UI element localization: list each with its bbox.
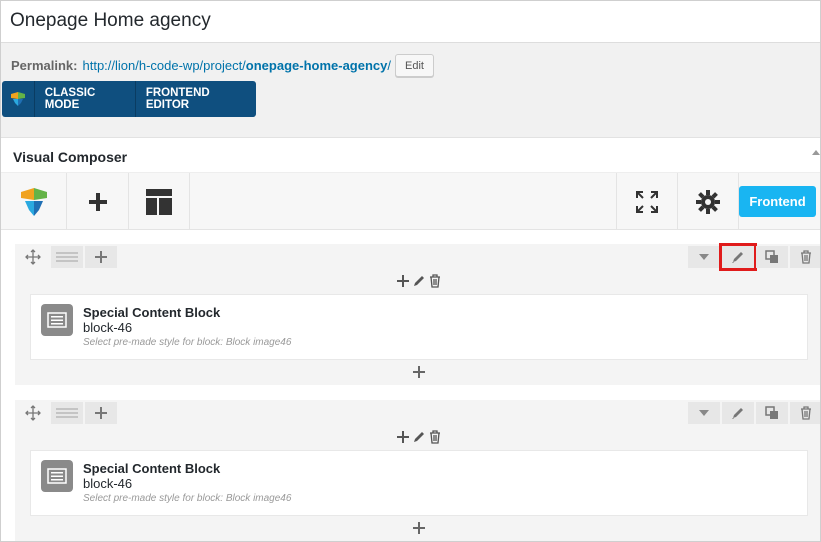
vc-panel-header[interactable]: Visual Composer	[1, 137, 820, 173]
element-subtitle: block-46	[83, 476, 133, 491]
vc-canvas: Special Content Block block-46 Select pr…	[1, 230, 820, 541]
vc-logo-icon	[2, 81, 35, 117]
column-edit-pencil-icon[interactable]	[412, 430, 426, 444]
templates-button[interactable]	[129, 173, 190, 230]
editor-frame: Onepage Home agency Permalink: http://li…	[0, 0, 821, 542]
add-element-plus-icon[interactable]	[396, 430, 410, 444]
frontend-editor-button[interactable]: FRONTEND EDITOR	[136, 81, 256, 117]
chevron-down-icon	[699, 410, 709, 416]
row-layout-button[interactable]	[51, 246, 83, 268]
row-delete-button[interactable]	[790, 246, 820, 268]
row-edit-button[interactable]	[722, 402, 754, 424]
row-edit-button[interactable]	[719, 243, 757, 271]
vc-row: Special Content Block block-46 Select pr…	[15, 243, 820, 385]
content-block-icon	[41, 304, 73, 336]
gear-icon	[696, 189, 720, 214]
row-add-column-button[interactable]	[85, 402, 117, 424]
element-description: Select pre-made style for block: Block i…	[83, 337, 292, 348]
row-layout-button[interactable]	[51, 402, 83, 424]
permalink-url-base[interactable]: http://lion/h-code-wp/project/	[82, 58, 245, 73]
layout-template-icon	[146, 188, 172, 215]
move-icon	[25, 249, 41, 265]
content-block-icon	[41, 460, 73, 492]
row-clone-button[interactable]	[756, 402, 788, 424]
row-move-handle[interactable]	[17, 402, 49, 424]
pencil-icon	[732, 408, 743, 419]
element-description: Select pre-made style for block: Block i…	[83, 493, 292, 504]
plus-icon	[95, 407, 107, 419]
settings-button[interactable]	[677, 173, 738, 230]
vc-logo-large-icon	[20, 187, 47, 216]
row-delete-button[interactable]	[790, 402, 820, 424]
permalink-edit-button[interactable]: Edit	[395, 54, 434, 77]
column-delete-trash-icon[interactable]	[428, 430, 442, 444]
column-edit-pencil-icon[interactable]	[412, 274, 426, 288]
row-move-handle[interactable]	[17, 246, 49, 268]
column-controls	[15, 430, 820, 444]
row-bottom-add	[15, 521, 820, 535]
trash-icon	[801, 250, 811, 264]
content-element[interactable]: Special Content Block block-46 Select pr…	[30, 294, 808, 360]
column-controls	[15, 274, 820, 288]
pencil-icon	[732, 252, 743, 263]
add-element-plus-icon[interactable]	[412, 365, 426, 379]
row-layout-icon	[56, 252, 78, 262]
row-controls	[15, 243, 820, 271]
vc-row: Special Content Block block-46 Select pr…	[15, 400, 820, 541]
chevron-down-icon	[699, 254, 709, 260]
fullscreen-button[interactable]	[616, 173, 677, 230]
row-bottom-add	[15, 365, 820, 379]
copy-icon	[765, 250, 778, 263]
vc-mode-bar: CLASSIC MODE FRONTEND EDITOR	[2, 81, 256, 117]
permalink-label: Permalink:	[11, 58, 78, 73]
add-element-plus-icon[interactable]	[396, 274, 410, 288]
add-element-plus-icon[interactable]	[412, 521, 426, 535]
classic-mode-button[interactable]: CLASSIC MODE	[35, 81, 136, 117]
frontend-button-cell: Frontend	[738, 173, 820, 230]
plus-icon	[95, 251, 107, 263]
permalink-bar: Permalink: http://lion/h-code-wp/project…	[11, 54, 434, 77]
vc-logo-button[interactable]	[1, 173, 67, 230]
permalink-url-tail[interactable]: /	[387, 58, 391, 73]
row-clone-button[interactable]	[756, 246, 788, 268]
permalink-slug[interactable]: onepage-home-agency	[246, 58, 388, 73]
post-title[interactable]: Onepage Home agency	[10, 10, 211, 32]
move-icon	[25, 405, 41, 421]
content-element[interactable]: Special Content Block block-46 Select pr…	[30, 450, 808, 516]
row-toggle-button[interactable]	[688, 402, 720, 424]
post-title-field[interactable]: Onepage Home agency	[1, 1, 820, 43]
row-layout-icon	[56, 408, 78, 418]
vc-toolbar: Frontend	[1, 173, 820, 230]
add-element-button[interactable]	[67, 173, 129, 230]
trash-icon	[801, 406, 811, 420]
row-controls	[15, 400, 820, 426]
collapse-arrow-icon[interactable]	[812, 150, 820, 155]
copy-icon	[765, 406, 778, 419]
column-delete-trash-icon[interactable]	[428, 274, 442, 288]
plus-icon	[88, 192, 107, 211]
element-subtitle: block-46	[83, 320, 133, 335]
element-title: Special Content Block	[83, 305, 221, 320]
vc-panel-title: Visual Composer	[13, 149, 128, 165]
fullscreen-icon	[636, 190, 658, 213]
row-add-column-button[interactable]	[85, 246, 117, 268]
frontend-button[interactable]: Frontend	[739, 186, 816, 217]
row-toggle-button[interactable]	[688, 246, 720, 268]
element-title: Special Content Block	[83, 461, 221, 476]
